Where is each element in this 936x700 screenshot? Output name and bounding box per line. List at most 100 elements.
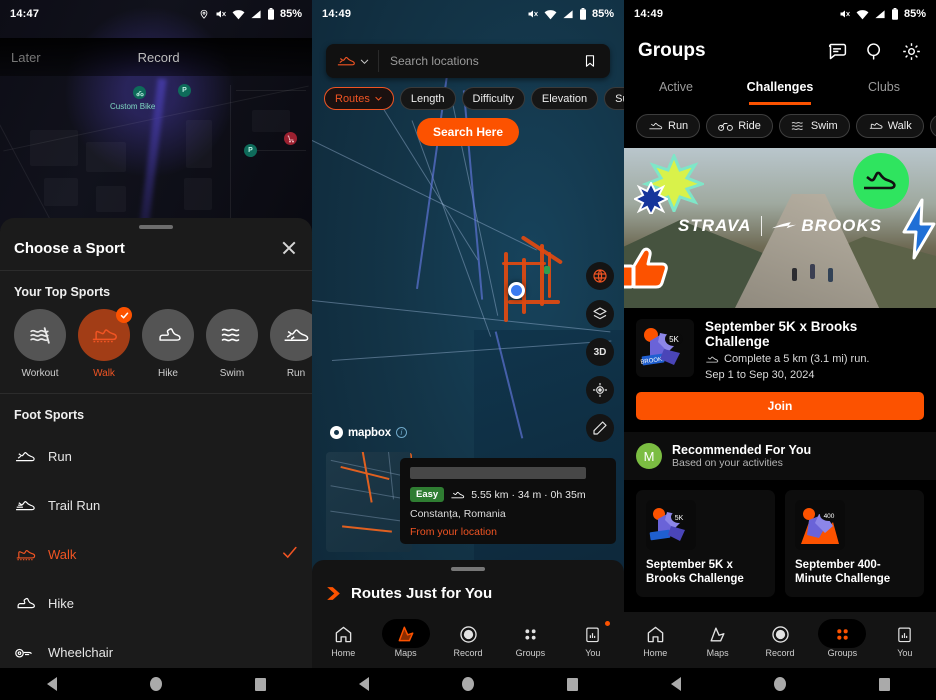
tab-clubs[interactable]: Clubs: [832, 72, 936, 105]
filter-chip-difficulty[interactable]: Difficulty: [461, 87, 525, 110]
join-button[interactable]: Join: [636, 392, 924, 420]
bottom-tabbar-panel2: Home Maps Record Groups You: [312, 612, 624, 668]
svg-text:5K: 5K: [675, 515, 684, 522]
sport-row-walk[interactable]: Walk: [0, 530, 312, 579]
back-button[interactable]: [663, 677, 689, 691]
search-input[interactable]: Search locations: [379, 54, 570, 68]
tab-later[interactable]: Later: [11, 50, 41, 65]
sport-row-wheelchair[interactable]: Wheelchair: [0, 628, 312, 668]
tab-maps[interactable]: Maps: [374, 619, 436, 658]
battery-percent: 85%: [591, 8, 614, 20]
back-button[interactable]: [351, 677, 377, 691]
tab-groups[interactable]: Groups: [499, 622, 561, 658]
map-poi-parking[interactable]: P: [178, 84, 191, 97]
tab-home[interactable]: Home: [312, 622, 374, 658]
recents-button[interactable]: [559, 677, 585, 691]
filter-chip-routes[interactable]: Routes: [324, 87, 394, 110]
route-start-link[interactable]: From your location: [410, 526, 606, 538]
sport-chip-run[interactable]: Run: [636, 114, 701, 138]
recommended-card[interactable]: 400 September 400-Minute Challenge: [785, 490, 924, 597]
layers-icon[interactable]: [586, 300, 614, 328]
tab-maps[interactable]: Maps: [686, 622, 748, 658]
search-icon[interactable]: [864, 41, 885, 62]
sport-selector[interactable]: [326, 53, 378, 69]
challenge-banner[interactable]: STRAVA BROOKS: [624, 148, 936, 308]
three-d-icon[interactable]: 3D: [586, 338, 614, 366]
sport-row-hike[interactable]: Hike: [0, 579, 312, 628]
close-icon[interactable]: [280, 239, 298, 257]
sport-label: Run: [48, 449, 72, 464]
bike-icon: [718, 123, 734, 131]
battery-icon: [579, 8, 586, 20]
messages-icon[interactable]: [827, 41, 848, 62]
filter-chip-length[interactable]: Length: [399, 87, 456, 110]
challenge-badge-icon: 5K: [646, 500, 696, 550]
draw-route-icon[interactable]: [586, 414, 614, 442]
avatar[interactable]: M: [636, 443, 662, 469]
settings-gear-icon[interactable]: [901, 41, 922, 62]
tab-record[interactable]: Record: [138, 50, 180, 65]
top-sport-label: Hike: [157, 368, 178, 379]
record-map-background[interactable]: Custom Bike P P: [0, 0, 312, 238]
locate-icon[interactable]: [586, 376, 614, 404]
signal-icon: [875, 9, 885, 18]
map-filter-chips: Routes Length Difficulty Elevation Surfa…: [324, 87, 624, 110]
foot-sports-label: Foot Sports: [14, 408, 85, 422]
tab-label: Maps: [394, 648, 417, 658]
map-poi-shop[interactable]: [284, 132, 297, 145]
tab-challenges[interactable]: Challenges: [728, 72, 832, 105]
home-button[interactable]: [767, 677, 793, 691]
tab-groups[interactable]: Groups: [811, 619, 873, 658]
mapbox-attribution: mapbox i: [330, 426, 407, 439]
hike-boot-icon: [17, 597, 35, 609]
tab-record[interactable]: Record: [437, 622, 499, 658]
divider: [761, 216, 763, 236]
lightning-sticker-icon: [900, 198, 936, 260]
top-sport-swim[interactable]: Swim: [206, 309, 258, 379]
filter-chip-elevation[interactable]: Elevation: [530, 87, 599, 110]
home-button[interactable]: [143, 677, 169, 691]
heatmap-icon[interactable]: [586, 262, 614, 290]
home-button[interactable]: [455, 677, 481, 691]
battery-icon: [267, 8, 274, 20]
burst-sticker-icon: [634, 182, 668, 214]
groups-icon: [499, 622, 561, 646]
top-sport-run[interactable]: Run: [270, 309, 312, 379]
recommended-card[interactable]: 5K September 5K x Brooks Challenge: [636, 490, 775, 597]
map-poi-parking-2[interactable]: P: [244, 144, 257, 157]
tab-active[interactable]: Active: [624, 72, 728, 105]
sport-chip-hike[interactable]: Hike: [929, 114, 936, 138]
top-sport-walk[interactable]: Walk: [78, 307, 132, 379]
map-poi-bike[interactable]: [133, 86, 146, 99]
routes-for-you-header: Routes Just for You: [312, 571, 624, 603]
tab-home[interactable]: Home: [624, 622, 686, 658]
sport-chip-ride[interactable]: Ride: [706, 114, 773, 138]
bookmark-icon[interactable]: [570, 53, 610, 69]
sport-chip-swim[interactable]: Swim: [778, 114, 850, 138]
top-sport-workout[interactable]: Workout: [14, 309, 66, 379]
section-title: Routes Just for You: [351, 585, 493, 602]
tab-you[interactable]: You: [562, 621, 624, 658]
tab-you[interactable]: You: [874, 622, 936, 658]
route-result-card[interactable]: Easy 5.55 km · 34 m · 0h 35m Constanța, …: [400, 458, 616, 544]
banner-brand-logos: STRAVA BROOKS: [678, 216, 882, 236]
tab-record[interactable]: Record: [749, 622, 811, 658]
selected-check-icon: [116, 307, 132, 323]
sport-row-run[interactable]: Run: [0, 432, 312, 481]
sport-row-trail-run[interactable]: Trail Run: [0, 481, 312, 530]
recents-button[interactable]: [247, 677, 273, 691]
mute-icon: [840, 10, 850, 18]
info-icon[interactable]: i: [395, 427, 407, 438]
workout-icon: [14, 309, 66, 361]
back-button[interactable]: [39, 677, 65, 691]
top-sport-hike[interactable]: Hike: [142, 309, 194, 379]
filter-chip-surface[interactable]: Surface: [604, 87, 624, 110]
recents-button[interactable]: [871, 677, 897, 691]
tab-label: You: [897, 648, 913, 658]
you-icon: [562, 621, 624, 646]
search-here-button[interactable]: Search Here: [416, 118, 520, 146]
top-sport-label: Swim: [219, 368, 245, 379]
sheet-header: Choose a Sport: [0, 229, 312, 271]
run-shoe-icon: [706, 356, 719, 363]
sport-chip-walk[interactable]: Walk: [855, 114, 924, 138]
